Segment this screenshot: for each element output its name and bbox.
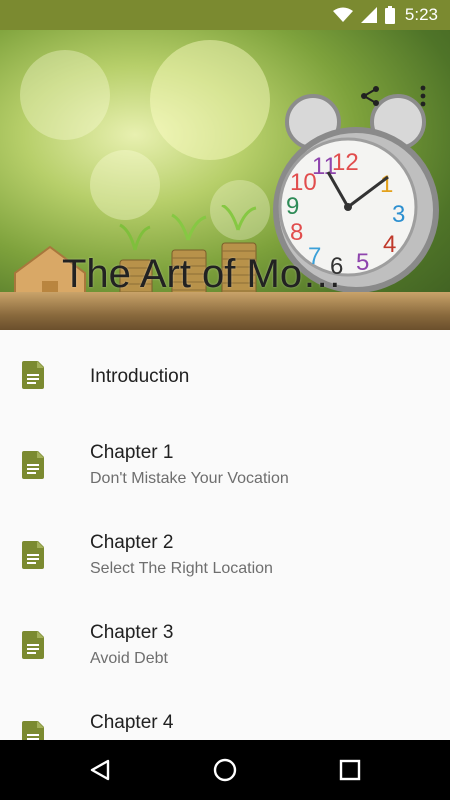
list-item-chapter-2[interactable]: Chapter 2 Select The Right Location — [0, 510, 450, 600]
more-options-button[interactable] — [405, 78, 441, 114]
svg-text:11: 11 — [312, 153, 337, 180]
svg-text:8: 8 — [290, 219, 303, 246]
document-icon — [22, 451, 44, 479]
chapter-list: Introduction Chapter 1 Don't Mistake You… — [0, 330, 450, 740]
back-icon — [90, 759, 110, 781]
list-item-chapter-4[interactable]: Chapter 4 — [0, 690, 450, 740]
document-icon — [22, 631, 44, 659]
list-item-title: Chapter 4 — [90, 712, 174, 733]
recents-button[interactable] — [335, 755, 365, 785]
svg-text:1: 1 — [380, 171, 393, 198]
home-icon — [213, 758, 237, 782]
svg-text:5: 5 — [356, 249, 369, 276]
list-item-subtitle: Don't Mistake Your Vocation — [90, 470, 289, 487]
status-bar: 5:23 — [0, 0, 450, 30]
status-time: 5:23 — [404, 5, 438, 24]
svg-text:9: 9 — [286, 193, 299, 220]
book-title: The Art of Mo… — [62, 252, 343, 296]
recents-icon — [339, 759, 361, 781]
list-item-title: Chapter 2 — [90, 532, 174, 553]
document-icon — [22, 541, 44, 569]
list-item-subtitle: Select The Right Location — [90, 560, 273, 577]
list-item-title: Introduction — [90, 366, 190, 387]
more-vert-icon — [420, 85, 426, 107]
list-item-chapter-1[interactable]: Chapter 1 Don't Mistake Your Vocation — [0, 420, 450, 510]
signal-icon — [360, 7, 377, 23]
list-item-introduction[interactable]: Introduction — [0, 330, 450, 420]
svg-text:3: 3 — [392, 201, 405, 228]
list-item-chapter-3[interactable]: Chapter 3 Avoid Debt — [0, 600, 450, 690]
app-screen: 5:23 12 1 3 4 5 6 7 8 9 10 11 The Art of… — [0, 0, 450, 800]
home-button[interactable] — [210, 755, 240, 785]
list-item-title: Chapter 1 — [90, 442, 174, 463]
navigation-bar — [0, 740, 450, 800]
document-icon — [22, 361, 44, 389]
battery-icon — [384, 6, 395, 24]
header-image: 12 1 3 4 5 6 7 8 9 10 11 The Art of Mo… — [0, 30, 450, 330]
table-surface — [0, 292, 450, 330]
svg-text:4: 4 — [383, 231, 396, 258]
back-button[interactable] — [85, 755, 115, 785]
share-icon — [361, 86, 379, 106]
document-icon — [22, 721, 44, 740]
list-item-title: Chapter 3 — [90, 622, 174, 643]
share-button[interactable] — [352, 78, 388, 114]
wifi-icon — [332, 7, 353, 23]
list-item-subtitle: Avoid Debt — [90, 650, 168, 667]
